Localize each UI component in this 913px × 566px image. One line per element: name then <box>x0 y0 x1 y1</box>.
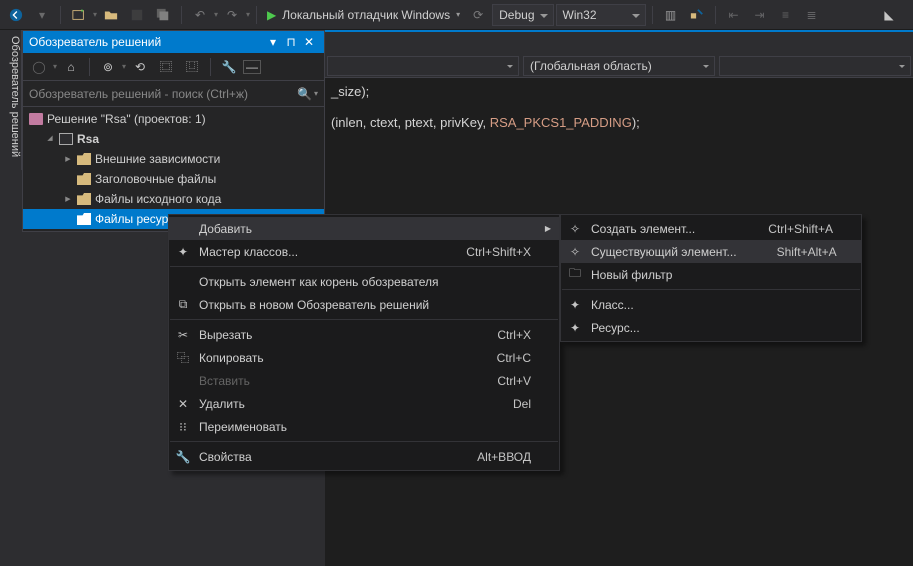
panel-search[interactable]: Обозреватель решений - поиск (Ctrl+ж) 🔍▾ <box>23 81 324 107</box>
indent-btn-2[interactable]: ⇥ <box>748 4 772 26</box>
save-all-button[interactable] <box>151 4 175 26</box>
menu-separator <box>170 319 558 320</box>
menu-separator <box>562 289 860 290</box>
context-submenu-add: ✧Создать элемент...Ctrl+Shift+A ✧Существ… <box>560 214 862 342</box>
uncomment-btn[interactable]: ≣ <box>800 4 824 26</box>
panel-properties-icon[interactable]: 🔧 <box>217 56 241 78</box>
folder-icon <box>77 193 91 205</box>
panel-close-button[interactable]: ✕ <box>300 35 318 49</box>
nav-back-button[interactable] <box>4 4 28 26</box>
context-menu: Добавить ✦Мастер классов...Ctrl+Shift+X … <box>168 214 560 471</box>
tree-solution-node[interactable]: Решение "Rsa" (проектов: 1) <box>23 109 324 129</box>
folder-icon <box>77 153 91 165</box>
panel-title-text: Обозреватель решений <box>29 35 161 49</box>
platform-combo[interactable]: Win32 <box>556 4 646 26</box>
start-debug-button[interactable]: ▶ Локальный отладчик Windows ▾ <box>263 8 464 22</box>
tree-folder-source[interactable]: Файлы исходного кода <box>23 189 324 209</box>
panel-pin-button[interactable]: ⊓ <box>282 35 300 49</box>
project-label: Rsa <box>77 132 99 146</box>
indent-btn-1[interactable]: ⇤ <box>722 4 746 26</box>
solution-icon <box>29 113 43 125</box>
submenu-item-existing[interactable]: ✧Существующий элемент...Shift+Alt+A <box>561 240 861 263</box>
menu-item-paste: ВставитьCtrl+V <box>169 369 559 392</box>
panel-refresh-icon[interactable]: ⟲ <box>128 56 152 78</box>
tree-project-node[interactable]: Rsa <box>23 129 324 149</box>
solution-explorer-vtab[interactable]: Обозреватель решений <box>0 30 22 170</box>
layout-button-1[interactable]: ▥ <box>659 4 683 26</box>
refresh-button[interactable]: ⟳ <box>466 4 490 26</box>
menu-item-classwizard[interactable]: ✦Мастер классов...Ctrl+Shift+X <box>169 240 559 263</box>
debugger-label: Локальный отладчик Windows <box>278 8 454 22</box>
menu-item-open-new-explorer[interactable]: ⧉Открыть в новом Обозреватель решений <box>169 293 559 316</box>
folder-label: Файлы исходного кода <box>95 192 221 206</box>
menu-item-add[interactable]: Добавить <box>169 217 559 240</box>
project-icon <box>59 133 73 145</box>
config-combo[interactable]: Debug <box>492 4 553 26</box>
open-file-button[interactable] <box>99 4 123 26</box>
panel-collapse-icon[interactable]: ⿶ <box>180 56 204 78</box>
play-icon: ▶ <box>267 8 276 22</box>
expand-icon[interactable] <box>45 134 55 144</box>
expand-icon[interactable] <box>63 194 73 204</box>
menu-item-rename[interactable]: ⁝⁝Переименовать <box>169 415 559 438</box>
bookmark-button[interactable]: ◣ <box>877 4 901 26</box>
solution-tree: Решение "Rsa" (проектов: 1) Rsa Внешние … <box>23 107 324 231</box>
folder-icon <box>77 213 91 225</box>
folder-label: Заголовочные файлы <box>95 172 216 186</box>
menu-item-copy[interactable]: ⿻КопироватьCtrl+C <box>169 346 559 369</box>
save-button[interactable] <box>125 4 149 26</box>
nav-fwd-button[interactable]: ▾ <box>30 4 54 26</box>
solution-label: Решение "Rsa" (проектов: 1) <box>47 112 206 126</box>
submenu-item-resource[interactable]: ✦Ресурс... <box>561 316 861 339</box>
new-project-button[interactable] <box>67 4 91 26</box>
panel-home-icon[interactable]: ⌂ <box>59 56 83 78</box>
panel-sync-icon[interactable]: ⊚ <box>96 56 120 78</box>
submenu-item-newfilter[interactable]: 🗀Новый фильтр <box>561 263 861 286</box>
menu-item-cut[interactable]: ✂ВырезатьCtrl+X <box>169 323 559 346</box>
panel-back-icon[interactable]: ◯ <box>27 56 51 78</box>
undo-button[interactable]: ↶ <box>188 4 212 26</box>
menu-separator <box>170 266 558 267</box>
comment-btn[interactable]: ≡ <box>774 4 798 26</box>
tree-folder-ext-deps[interactable]: Внешние зависимости <box>23 149 324 169</box>
search-icon: 🔍 <box>297 87 312 101</box>
menu-item-delete[interactable]: ✕УдалитьDel <box>169 392 559 415</box>
panel-preview-icon[interactable]: — <box>243 60 261 74</box>
menu-item-properties[interactable]: 🔧СвойстваAlt+ВВОД <box>169 445 559 468</box>
expand-icon[interactable] <box>63 154 73 164</box>
redo-button[interactable]: ↷ <box>220 4 244 26</box>
panel-menu-button[interactable]: ▾ <box>264 35 282 49</box>
menu-item-open-as-root[interactable]: Открыть элемент как корень обозревателя <box>169 270 559 293</box>
panel-titlebar[interactable]: Обозреватель решений ▾ ⊓ ✕ <box>23 31 324 53</box>
layout-button-2[interactable] <box>685 4 709 26</box>
menu-separator <box>170 441 558 442</box>
folder-label: Внешние зависимости <box>95 152 220 166</box>
solution-explorer-panel: Обозреватель решений ▾ ⊓ ✕ ◯ ▾ ⌂ ⊚▾ ⟲ ⿴ … <box>22 30 325 232</box>
submenu-item-new[interactable]: ✧Создать элемент...Ctrl+Shift+A <box>561 217 861 240</box>
panel-toolbar: ◯ ▾ ⌂ ⊚▾ ⟲ ⿴ ⿶ 🔧 — <box>23 53 324 81</box>
scope-global-combo[interactable]: (Глобальная область) <box>523 56 715 76</box>
main-toolbar: ▾ ▾ ↶▾ ↷▾ ▶ Локальный отладчик Windows ▾… <box>0 0 913 30</box>
scope-project-combo[interactable] <box>327 56 519 76</box>
scope-member-combo[interactable] <box>719 56 911 76</box>
editor-scope-bar: (Глобальная область) <box>325 54 913 78</box>
folder-icon <box>77 173 91 185</box>
tree-folder-headers[interactable]: Заголовочные файлы <box>23 169 324 189</box>
search-placeholder: Обозреватель решений - поиск (Ctrl+ж) <box>29 87 248 101</box>
editor-tabstrip <box>325 30 913 54</box>
panel-showall-icon[interactable]: ⿴ <box>154 56 178 78</box>
submenu-item-class[interactable]: ✦Класс... <box>561 293 861 316</box>
